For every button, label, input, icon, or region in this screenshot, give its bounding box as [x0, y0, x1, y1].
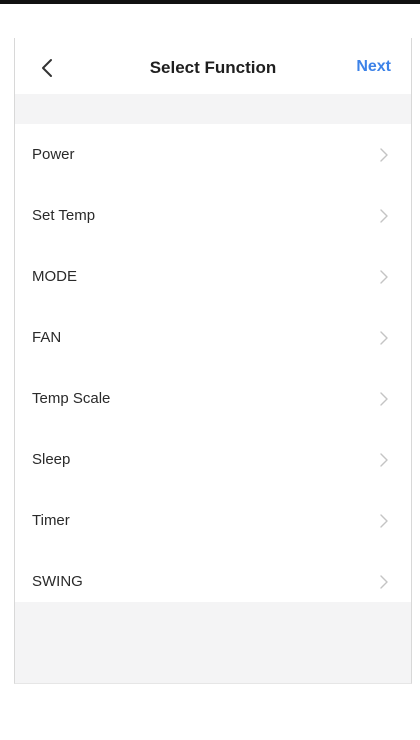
function-item-sleep[interactable]: Sleep: [15, 429, 411, 490]
chevron-right-icon: [379, 208, 389, 223]
page-title: Select Function: [149, 58, 277, 77]
function-item-set-temp[interactable]: Set Temp: [15, 185, 411, 246]
chevron-right-icon: [379, 452, 389, 467]
function-item-label: Temp Scale: [32, 390, 111, 407]
function-item-timer[interactable]: Timer: [15, 490, 411, 551]
function-item-mode[interactable]: MODE: [15, 246, 411, 307]
navigation-bar: Select Function Next: [15, 38, 411, 94]
function-item-label: SWING: [32, 573, 83, 590]
function-item-label: MODE: [32, 268, 77, 285]
chevron-right-icon: [379, 513, 389, 528]
chevron-right-icon: [379, 269, 389, 284]
function-item-label: Sleep: [32, 451, 71, 468]
function-item-label: Set Temp: [32, 207, 96, 224]
chevron-left-icon: [42, 59, 52, 77]
chevron-right-icon: [379, 330, 389, 345]
function-item-fan[interactable]: FAN: [15, 307, 411, 368]
section-spacer: [15, 94, 411, 124]
chevron-right-icon: [379, 147, 389, 162]
function-list: Power Set Temp MODE FAN Temp Scale Sleep…: [15, 124, 411, 612]
back-button[interactable]: [33, 54, 61, 82]
function-item-label: FAN: [32, 329, 62, 346]
function-item-label: Timer: [32, 512, 70, 529]
function-item-label: Power: [32, 146, 75, 163]
function-item-power[interactable]: Power: [15, 124, 411, 185]
function-item-temp-scale[interactable]: Temp Scale: [15, 368, 411, 429]
next-button[interactable]: Next: [356, 58, 391, 76]
chevron-right-icon: [379, 574, 389, 589]
select-function-screen: Select Function Next Power Set Temp MODE…: [14, 38, 412, 684]
top-border-line: [0, 0, 420, 4]
bottom-spacer: [15, 602, 411, 683]
chevron-right-icon: [379, 391, 389, 406]
